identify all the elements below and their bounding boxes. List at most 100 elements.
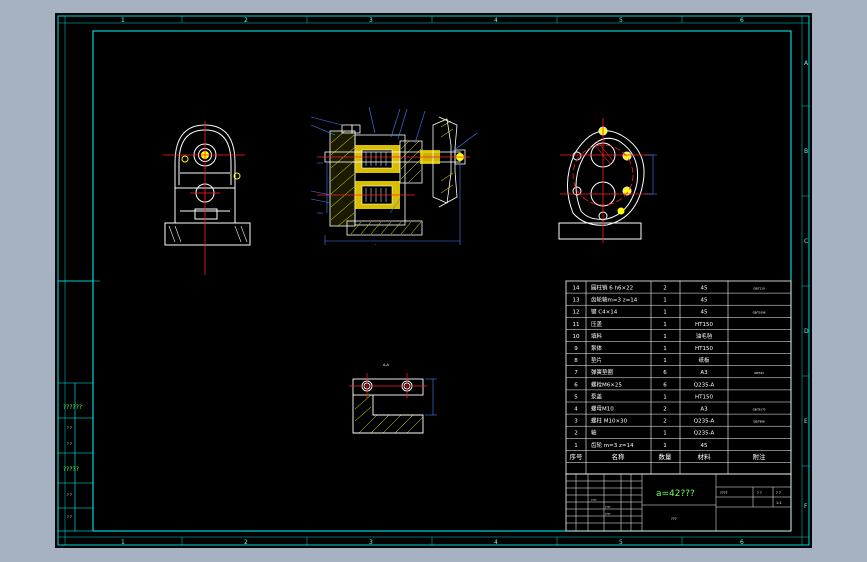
middle-section-view: · [310,106,478,247]
bom-cell-material: 45 [701,310,708,316]
bom-cell-qty: 1 [663,431,667,437]
tb-small-3: ???? [605,512,611,516]
bom-header-note: 附注 [753,452,767,461]
zone-top-3: 3 [369,17,373,24]
bom-cell-qty: 6 [663,382,667,388]
bom-cell-name: 圆柱销 6 h6×22 [591,284,633,292]
bom-cell-material: Q235-A [694,419,715,425]
bom-cell-name: 螺柱 M10×30 [591,417,628,425]
zone-bottom-2: 2 [244,539,248,546]
bom-cell-num: 7 [574,370,578,376]
drawing-sheet: 1 2 3 4 5 6 1 2 3 4 5 6 A B C D E F ????… [55,13,812,548]
bom-cell-name: 键 C4×14 [591,308,618,316]
side-label-4: ????? [63,466,79,473]
bom-cell-qty: 1 [663,298,667,304]
title-block: ???? ???? ???? a=42??? ??? ???? ? ? ? ? … [565,473,792,532]
zone-top-1: 1 [121,17,125,24]
bom-cell-qty: 6 [663,370,667,376]
bom-cell-material: A3 [700,407,708,413]
bom-cell-note: GB/T6170 [753,408,766,412]
bom-cell-num: 4 [574,407,578,413]
bom-cell-material: HT150 [695,322,713,328]
bom-header-name: 名称 [612,452,626,461]
drawing-title: a=42??? [656,489,695,499]
side-label-6: ? ? [67,515,72,519]
tb-small-1: ???? [591,498,597,502]
bom-cell-material: 45 [701,286,708,292]
tb-scale-label-3: ? ? [776,491,781,495]
zone-top-4: 4 [494,17,498,24]
zone-right-C: C [804,238,808,245]
tb-scale-label-2: ? ? [757,491,762,495]
zone-top-5: 5 [619,17,623,24]
zone-right-B: B [804,148,808,155]
bom-cell-material: 油毛毡 [696,332,713,340]
bom-cell-qty: 1 [663,310,667,316]
bom-cell-name: 垫片 [591,356,602,364]
section-view-a-a: A-A [349,363,437,434]
bom-cell-name: 齿轮轴m=3 z=14 [591,296,638,304]
bom-cell-material: Q235-A [694,431,715,437]
side-label-1: ?????? [63,404,82,411]
bom-cell-num: 14 [573,286,580,292]
bom-cell-qty: 2 [663,419,667,425]
bom-cell-material: 45 [701,298,708,304]
zone-right-F: F [804,503,808,510]
bom-cell-qty: 1 [663,358,667,364]
bom-cell-name: 泵盖 [591,392,603,400]
bom-cell-qty: 1 [663,334,667,340]
zone-top-2: 2 [244,17,248,24]
bom-cell-num: 11 [573,322,580,328]
bom-cell-qty: 1 [663,346,667,352]
bom-cell-qty: 1 [663,394,667,400]
bom-cell-num: 12 [573,310,580,316]
cad-drawing: 1 2 3 4 5 6 1 2 3 4 5 6 A B C D E F ????… [57,15,810,546]
bom-header-qty: 数量 [659,452,673,461]
zone-right-E: E [804,418,808,425]
zone-bottom-1: 1 [121,539,125,546]
bom-cell-note: GB/T119 [753,287,765,291]
bom-cell-material: 纸板 [698,356,710,364]
view-label: A-A [383,363,390,367]
bom-cell-name: 齿轮 m=3 z=14 [591,441,634,449]
side-label-2: ? ? [67,426,72,430]
bom-cell-note: GB/T898 [753,420,765,424]
tb-scale-label-1: ???? [720,491,728,495]
bom-cell-name: 泵体 [591,344,603,352]
bom-cell-qty: 2 [663,407,667,413]
bom-cell-qty: 1 [663,322,667,328]
zone-bottom-5: 5 [619,539,623,546]
bom-cell-material: A3 [700,370,708,376]
side-label-5: ? ? [67,493,72,497]
bom-cell-num: 10 [573,334,580,340]
bom-cell-num: 2 [574,431,578,437]
bom-cell-num: 3 [574,419,578,425]
zone-bottom-6: 6 [740,539,744,546]
bom-cell-name: 填料 [591,332,603,340]
bom-cell-material: HT150 [695,346,713,352]
tb-scale-value: 1:1 [776,501,782,505]
bom-cell-num: 1 [574,443,578,449]
zone-bottom-4: 4 [494,539,498,546]
outer-frame [57,15,810,546]
bom-cell-qty: 2 [663,286,667,292]
bom-cell-qty: 1 [663,443,667,449]
zone-right-D: D [804,328,809,335]
bom-cell-note: GB/T93 [754,371,764,375]
bom-cell-num: 13 [573,298,580,304]
bom-cell-num: 9 [574,346,578,352]
bom-cell-name: 螺母M10 [591,405,614,413]
bom-table: 14 圆柱销 6 h6×22 2 45 GB/T11913 齿轮轴m=3 z=14 1 451… [565,280,792,475]
left-end-view [163,121,251,275]
bom-cell-name: 轴 [591,429,597,437]
bom-cell-material: Q235-A [694,382,715,388]
dim-text: · [375,242,376,247]
drawing-subtitle: ??? [671,517,677,521]
zone-top-6: 6 [740,17,744,24]
right-end-view [558,118,657,243]
bom-cell-name: 压盖 [591,320,603,328]
bom-header-num: 序号 [570,452,584,461]
bom-cell-material: 45 [701,443,708,449]
bom-cell-num: 6 [574,382,578,388]
bom-cell-num: 8 [574,358,578,364]
